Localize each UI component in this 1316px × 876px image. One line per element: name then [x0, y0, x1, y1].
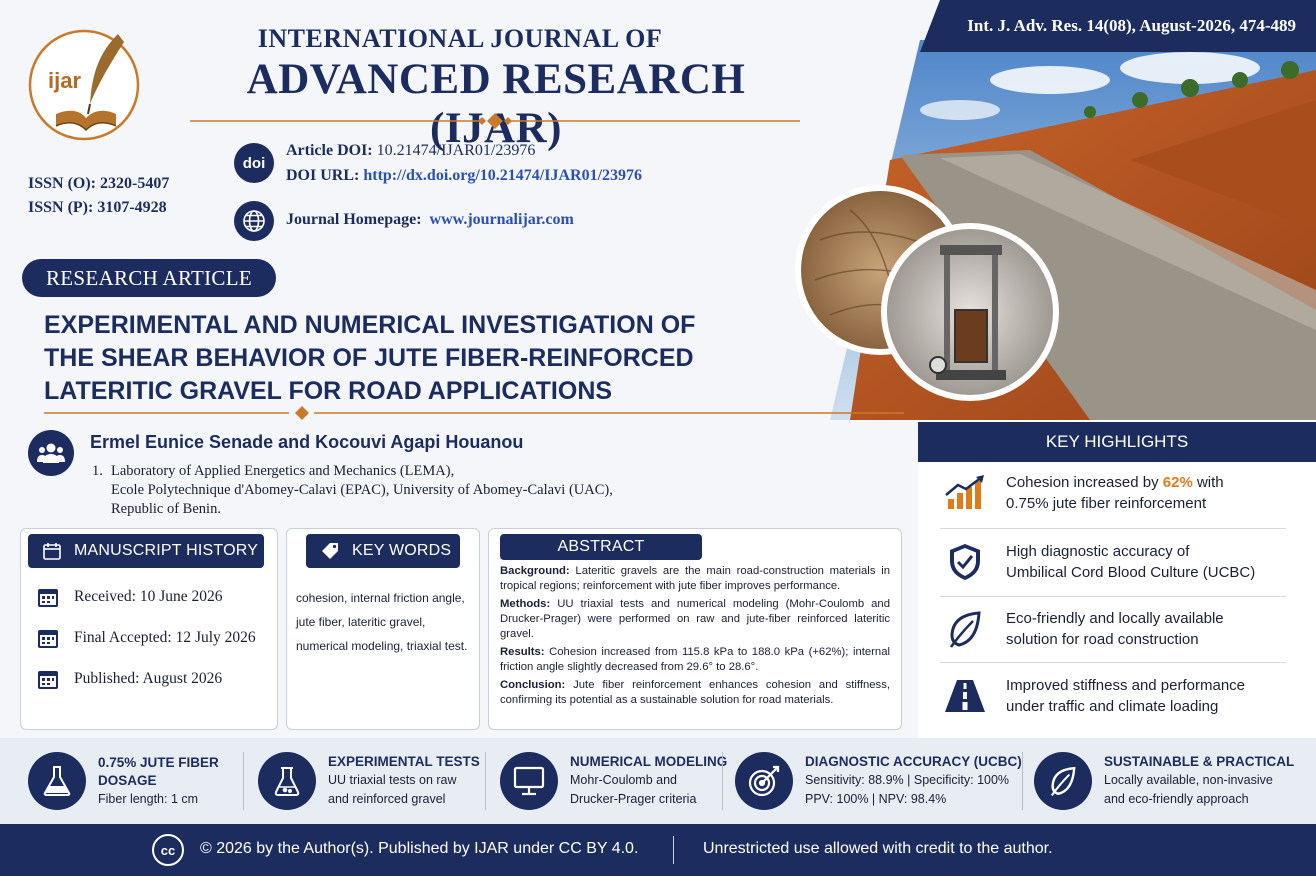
beaker-icon: [274, 767, 300, 796]
key-highlights-header: KEY HIGHLIGHTS: [918, 422, 1316, 462]
article-type-badge: RESEARCH ARTICLE: [22, 259, 276, 297]
calendar-icon: [43, 543, 61, 560]
authors-icon: [28, 430, 74, 476]
monitor-icon: [513, 766, 545, 796]
journal-homepage: Journal Homepage: www.journalijar.com: [286, 211, 574, 228]
growth-chart-icon: [945, 475, 984, 509]
license-text: © 2026 by the Author(s). Published by IJ…: [200, 840, 639, 857]
feature-experimental-tests: EXPERIMENTAL TESTS UU triaxial tests on …: [258, 746, 480, 816]
usage-text: Unrestricted use allowed with credit to …: [703, 840, 1053, 857]
doi-icon: doi: [234, 143, 274, 183]
tag-icon: [322, 543, 338, 559]
affiliation: 1. Laboratory of Applied Energetics and …: [92, 463, 613, 517]
keywords-header: KEY WORDS: [306, 534, 460, 568]
journal-logo: [28, 14, 140, 156]
leaf-icon: [949, 611, 981, 648]
road-construction-photo: [795, 40, 1316, 420]
highlight-diagnostic: High diagnostic accuracy of Umbilical Cor…: [940, 541, 1286, 583]
ornament-divider: [190, 113, 800, 129]
logo-text: ijar: [48, 68, 82, 93]
feature-diagnostic-accuracy: DIAGNOSTIC ACCURACY (UCBC) Sensitivity: …: [735, 746, 1022, 816]
received-date: Received: 10 June 2026: [36, 585, 223, 609]
journal-name-line1: INTERNATIONAL JOURNAL OF: [257, 24, 663, 53]
target-icon: [748, 765, 780, 797]
creative-commons-icon: cc: [152, 834, 184, 866]
doi-url-link[interactable]: http://dx.doi.org/10.21474/IJAR01/23976: [363, 167, 642, 184]
road-icon: [945, 680, 985, 712]
footer: cc © 2026 by the Author(s). Published by…: [0, 824, 1316, 876]
keywords-list: cohesion, internal friction angle, jute …: [296, 591, 468, 653]
issn-print: ISSN (P): 3107-4928: [28, 199, 167, 216]
article-title: EXPERIMENTAL AND NUMERICAL INVESTIGATION…: [44, 311, 696, 405]
accepted-date: Final Accepted: 12 July 2026: [36, 626, 256, 650]
abstract-header: ABSTRACT: [500, 534, 702, 560]
journal-name-line2: ADVANCED RESEARCH (IJAR): [246, 56, 746, 152]
highlight-cohesion: Cohesion increased by 62% with 0.75% jut…: [940, 472, 1286, 514]
shield-check-icon: [950, 544, 980, 580]
calendar-icon: [38, 671, 58, 689]
feature-sustainable: SUSTAINABLE & PRACTICAL Locally availabl…: [1034, 746, 1294, 816]
calendar-icon: [38, 630, 58, 648]
feature-numerical-modeling: NUMERICAL MODELING Mohr-Coulomb and Druc…: [500, 746, 727, 816]
feature-fiber-dosage: 0.75% JUTE FIBER DOSAGE Fiber length: 1 …: [28, 746, 219, 816]
title-divider: [44, 406, 904, 420]
highlight-stiffness: Improved stiffness and performance under …: [940, 675, 1286, 717]
flask-icon: [43, 766, 71, 796]
doi-url: DOI URL: http://dx.doi.org/10.21474/IJAR…: [286, 167, 643, 184]
authors: Ermel Eunice Senade and Kocouvi Agapi Ho…: [90, 432, 524, 452]
globe-icon: [234, 201, 274, 241]
published-date: Published: August 2026: [36, 667, 222, 691]
issn-online: ISSN (O): 2320-5407: [28, 175, 170, 192]
manuscript-history-header: MANUSCRIPT HISTORY: [28, 534, 264, 568]
calendar-icon: [38, 589, 58, 607]
highlight-eco: Eco-friendly and locally available soluti…: [940, 608, 1286, 650]
article-doi: Article DOI: 10.21474/IJAR01/23976: [286, 142, 536, 159]
abstract-text: Background: Lateritic gravels are the ma…: [500, 565, 890, 706]
homepage-link[interactable]: www.journalijar.com: [430, 211, 574, 228]
leaf-icon: [1050, 766, 1076, 796]
citation-banner: Int. J. Adv. Res. 14(08), August-2026, 4…: [920, 0, 1316, 52]
